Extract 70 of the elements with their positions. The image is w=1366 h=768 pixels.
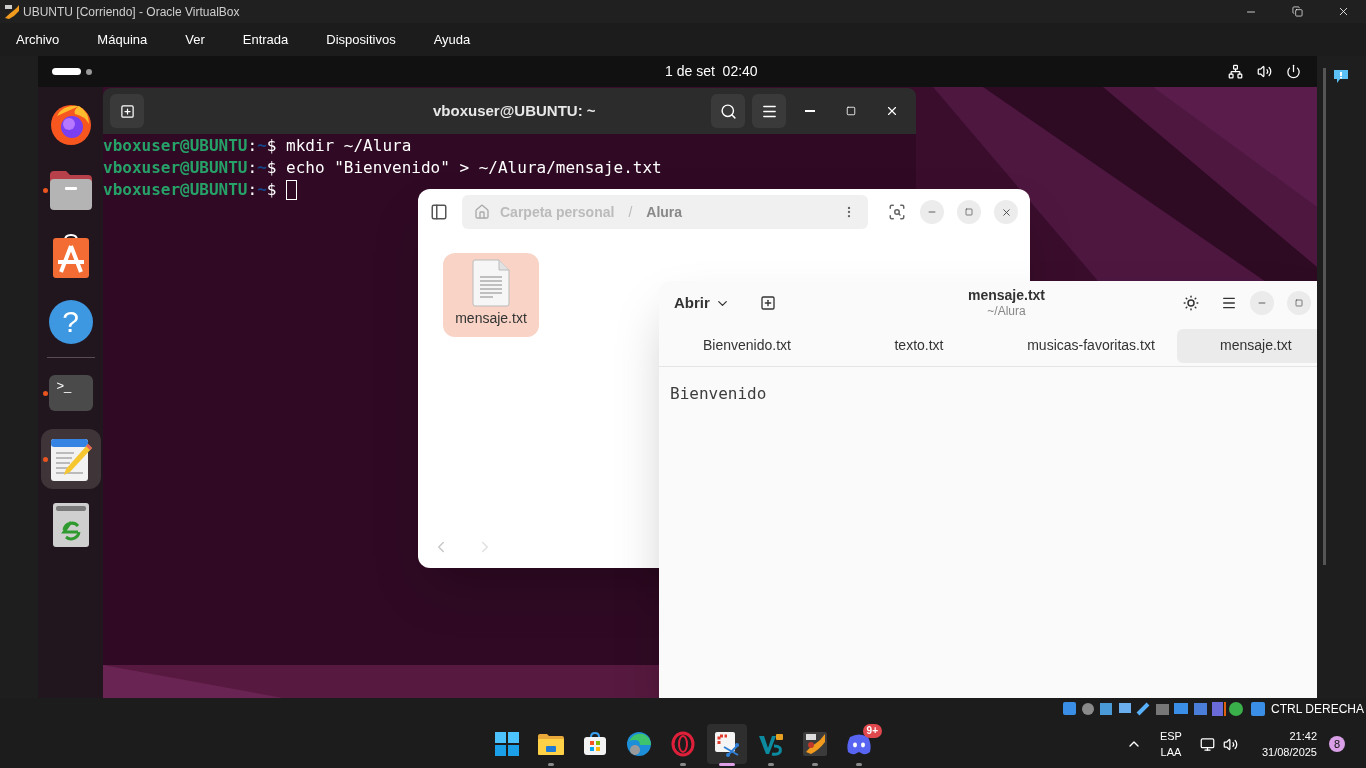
menu-icon[interactable] [1221,295,1237,311]
restore-icon [1291,6,1303,17]
terminal-line: vboxuser@UBUNTU:~$ [103,179,277,201]
volume-icon[interactable] [1257,64,1272,79]
system-time[interactable]: 21:42 [1289,728,1317,744]
menu-item[interactable]: Ayuda [423,29,481,50]
close-icon [1000,206,1012,218]
search-icon[interactable] [888,203,906,221]
volume-icon[interactable] [1222,736,1238,752]
clock[interactable]: 1 de set 02:40 [665,61,758,82]
sidebar-toggle-icon[interactable] [430,203,448,221]
taskbar-app[interactable]: 9+ [839,724,879,764]
snipping-tool-icon[interactable] [714,731,740,757]
menu-item[interactable]: Ver [175,29,215,50]
dock-item[interactable] [40,429,101,489]
folder-icon[interactable] [47,169,94,211]
document-tab[interactable]: texto.txt [833,328,1005,363]
maximize-icon [965,208,973,216]
recycle-bin-icon[interactable] [51,502,90,548]
settings-icon[interactable] [1182,294,1200,312]
terminal-title: vboxuser@UBUNTU: ~ [433,100,596,121]
folder-icon[interactable] [538,733,564,755]
file-item[interactable]: mensaje.txt [443,253,539,337]
notification-badge: 9+ [862,724,882,738]
text-file-icon [471,259,511,307]
menu-item[interactable]: Entrada [232,29,299,50]
menu-item[interactable]: Máquina [87,29,158,50]
terminal-icon[interactable]: >_ [48,375,93,411]
scrollbar[interactable] [1323,68,1326,565]
new-document-icon[interactable] [759,295,776,311]
maximize-icon [1295,299,1303,307]
store-bag-icon[interactable] [583,732,607,756]
taskbar-app[interactable] [707,724,747,764]
new-tab-icon [119,103,135,119]
new-tab-button[interactable] [110,94,144,128]
system-date[interactable]: 31/08/2025 [1261,744,1317,760]
network-icon[interactable] [1228,64,1243,79]
host-key-label: CTRL DERECHA [1271,701,1364,718]
app-store-icon[interactable] [51,234,90,278]
terminal-line: vboxuser@UBUNTU:~$ mkdir ~/Alura [103,135,412,157]
power-icon[interactable] [1286,64,1301,79]
close-icon [885,104,899,118]
file-name: mensaje.txt [455,309,527,328]
document-title: mensaje.txt [968,287,1046,304]
notification-count[interactable]: 8 [1329,736,1345,752]
document-tab[interactable]: mensaje.txt [1177,328,1317,363]
windows-logo-icon[interactable] [495,732,519,756]
maximize-icon [846,106,856,116]
window-title: UBUNTU [Corriendo] - Oracle VirtualBox [23,3,240,21]
search-button[interactable] [711,94,745,128]
menu-button[interactable] [752,94,786,128]
home-icon [474,204,490,220]
dock-item[interactable]: >_ [40,363,101,423]
document-tab[interactable]: Bienvenido.txt [661,328,833,363]
code-editor-icon[interactable] [758,732,784,756]
document-path: ~/Alura [987,304,1026,318]
network-icon[interactable] [1199,736,1215,752]
minimize-icon [805,110,815,112]
path-separator: / [628,202,633,222]
notification-icon[interactable] [1333,68,1349,84]
document-text: Bienvenido [670,384,767,403]
menu-item[interactable]: Archivo [6,29,70,50]
document-tab[interactable]: musicas-favoritas.txt [1005,328,1177,363]
menu-item[interactable]: Dispositivos [316,29,406,50]
open-button[interactable]: Abrir [672,287,732,319]
search-icon [719,102,737,120]
close-button[interactable] [994,200,1018,224]
workspace-indicator[interactable] [52,68,92,75]
language-indicator[interactable]: ESP LAA [1159,728,1182,760]
terminal-line: vboxuser@UBUNTU:~$ echo "Bienvenido" > ~/Alura/mensaje.txt [103,157,662,179]
